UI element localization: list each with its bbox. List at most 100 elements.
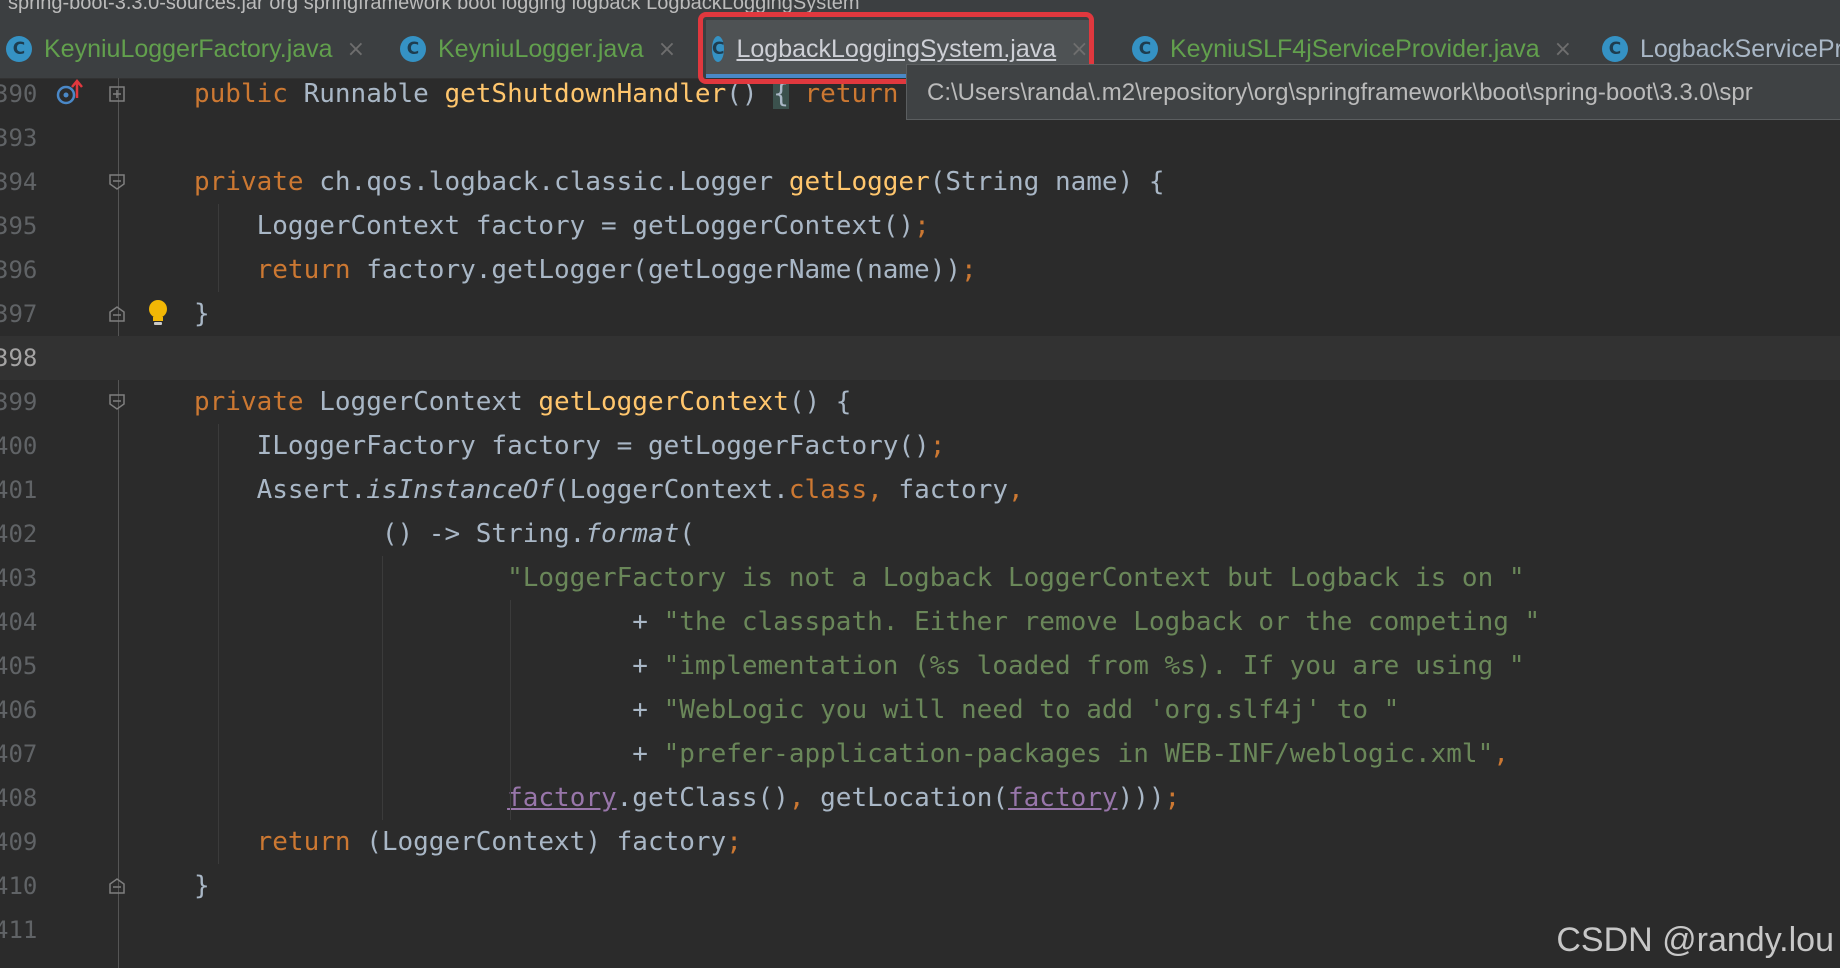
code-text[interactable]: public Runnable getShutdownHandler() { r… [194,72,898,116]
line-number[interactable]: 398 [0,336,40,380]
tab-label: LogbackServicePr [1640,34,1840,63]
tab-label: KeyniuLoggerFactory.java [44,34,333,63]
fold-open-icon[interactable] [108,393,126,411]
code-line[interactable]: 395 LoggerContext factory = getLoggerCon… [0,204,1840,248]
line-number[interactable]: 411 [0,908,40,952]
code-line[interactable]: 399 private LoggerContext getLoggerContex… [0,380,1840,424]
line-number[interactable]: 395 [0,204,40,248]
code-text[interactable]: + "WebLogic you will need to add 'org.sl… [194,688,1399,732]
class-icon: C [1602,36,1628,62]
code-line[interactable]: 393 [0,116,1840,160]
code-line[interactable]: 404 + "the classpath. Either remove Logb… [0,600,1840,644]
code-line[interactable]: 410} [0,864,1840,908]
code-token: ; [726,827,742,857]
close-icon[interactable]: × [1070,37,1088,62]
code-text[interactable]: factory.getClass(), getLocation(factory)… [194,776,1180,820]
code-text[interactable]: private ch.qos.logback.classic.Logger ge… [194,160,1165,204]
line-number[interactable]: 393 [0,116,40,160]
line-number[interactable]: 407 [0,732,40,776]
intention-bulb-icon[interactable] [146,298,170,328]
code-text[interactable]: return (LoggerContext) factory; [194,820,742,864]
close-icon[interactable]: × [658,37,676,62]
line-number[interactable]: 402 [0,512,40,556]
close-icon[interactable]: × [347,37,365,62]
code-text[interactable]: } [194,864,210,908]
code-line[interactable]: 407 + "prefer-application-packages in WE… [0,732,1840,776]
code-token: , [1008,475,1024,505]
code-line[interactable]: 397} [0,292,1840,336]
code-token: + [194,607,664,637]
fold-expand-icon[interactable] [108,85,126,103]
code-line[interactable]: 402 () -> String.format( [0,512,1840,556]
code-token: private [194,387,320,417]
code-text[interactable]: + "the classpath. Either remove Logback … [194,600,1540,644]
fold-close-icon[interactable] [108,305,126,323]
tab-label: LogbackLoggingSystem.java [736,34,1057,63]
code-token: Assert. [194,475,367,505]
code-token: () [726,79,774,109]
tab-keyniu-logger-factory[interactable]: C KeyniuLoggerFactory.java × [6,20,365,78]
code-line[interactable]: 401 Assert.isInstanceOf(LoggerContext.cl… [0,468,1840,512]
code-text[interactable]: Assert.isInstanceOf(LoggerContext.class,… [194,468,1024,512]
code-token: ( [679,519,695,549]
code-token: ))) [1117,783,1165,813]
line-number[interactable]: 397 [0,292,40,336]
line-number[interactable]: 399 [0,380,40,424]
line-number[interactable]: 410 [0,864,40,908]
close-icon[interactable]: × [1554,37,1572,62]
line-number[interactable]: 404 [0,600,40,644]
line-number[interactable]: 400 [0,424,40,468]
code-token: getLogger [788,167,930,197]
code-text[interactable]: + "prefer-application-packages in WEB-IN… [194,732,1509,776]
line-number[interactable]: 394 [0,160,40,204]
code-text[interactable]: return factory.getLogger(getLoggerName(n… [194,248,977,292]
code-line[interactable]: 396 return factory.getLogger(getLoggerNa… [0,248,1840,292]
code-text[interactable]: ILoggerFactory factory = getLoggerFactor… [194,424,946,468]
line-number[interactable]: 406 [0,688,40,732]
tab-keyniu-logger[interactable]: C KeyniuLogger.java × [400,20,676,78]
code-line[interactable]: 400 ILoggerFactory factory = getLoggerFa… [0,424,1840,468]
code-editor[interactable]: 390 public Runnable getShutdownHandler() … [0,78,1840,968]
code-token: factory [1008,783,1118,813]
code-token: "the classpath. Either remove Logback or… [663,607,1541,637]
code-token: ILoggerFactory factory = getLoggerFactor… [194,431,930,461]
line-number[interactable]: 403 [0,556,40,600]
line-number[interactable]: 396 [0,248,40,292]
code-token: (LoggerContext) factory [366,827,727,857]
code-token: getLoggerContext [538,387,789,417]
code-line[interactable]: 406 + "WebLogic you will need to add 'or… [0,688,1840,732]
line-number[interactable]: 401 [0,468,40,512]
code-token: (String name) { [929,167,1165,197]
code-token: (LoggerContext. [554,475,789,505]
code-token: ; [961,255,977,285]
code-token: } [194,299,210,329]
fold-close-icon[interactable] [108,877,126,895]
code-text[interactable]: LoggerContext factory = getLoggerContext… [194,204,930,248]
code-text[interactable]: () -> String.format( [194,512,695,556]
code-text[interactable]: } [194,292,210,336]
override-method-icon[interactable] [54,78,84,108]
line-number[interactable]: 408 [0,776,40,820]
code-line[interactable]: 394 private ch.qos.logback.classic.Logger… [0,160,1840,204]
fold-open-icon[interactable] [108,173,126,191]
code-line[interactable]: 405 + "implementation (%s loaded from %s… [0,644,1840,688]
line-number[interactable]: 390 [0,72,40,116]
code-token: LoggerContext factory = getLoggerContext… [194,211,915,241]
line-number[interactable]: 409 [0,820,40,864]
code-line[interactable]: 398 [0,336,1840,380]
code-text[interactable]: "LoggerFactory is not a Logback LoggerCo… [194,556,1524,600]
code-line[interactable]: 403 "LoggerFactory is not a Logback Logg… [0,556,1840,600]
line-number[interactable]: 405 [0,644,40,688]
indent-guide [218,204,219,292]
code-token: public [194,79,304,109]
code-text[interactable]: private LoggerContext getLoggerContext()… [194,380,851,424]
tab-label: KeyniuSLF4jServiceProvider.java [1170,34,1540,63]
code-token: return [788,79,899,109]
code-token: ; [929,431,946,461]
code-token: { [773,79,789,109]
breadcrumb[interactable]: spring-boot-3.3.0-sources.jar org spring… [0,0,1840,20]
code-token: , [788,783,821,813]
code-line[interactable]: 409 return (LoggerContext) factory; [0,820,1840,864]
code-line[interactable]: 408 factory.getClass(), getLocation(fact… [0,776,1840,820]
code-text[interactable]: + "implementation (%s loaded from %s). I… [194,644,1524,688]
